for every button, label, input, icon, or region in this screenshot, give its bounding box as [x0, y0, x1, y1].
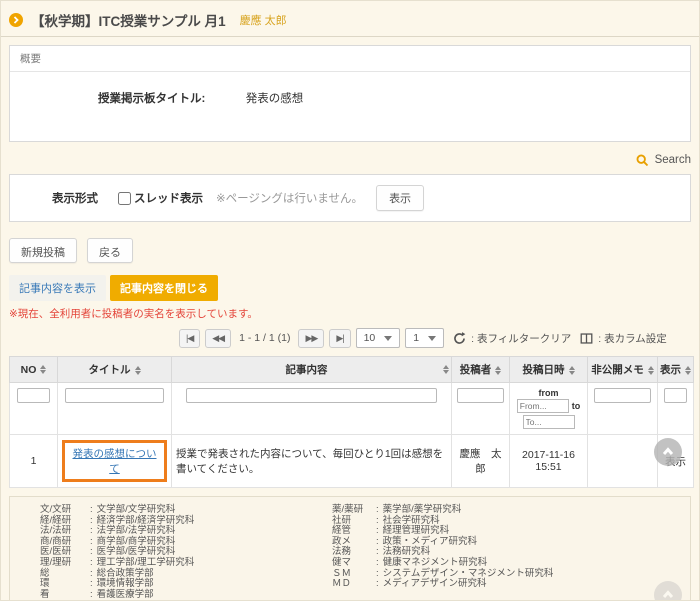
legend-line: 総:総合政策学部 — [40, 569, 332, 580]
col-header-date[interactable]: 投稿日時 — [510, 357, 588, 383]
page-number-value: 1 — [413, 332, 419, 344]
row-no: 1 — [10, 435, 58, 488]
paging-note: ※ページングは行いません。 — [216, 190, 363, 206]
board-title-value: 発表の感想 — [246, 93, 304, 105]
overview-body: 授業掲示板タイトル: 発表の感想 — [10, 72, 690, 141]
sort-icon[interactable] — [685, 366, 691, 375]
sort-icon[interactable] — [135, 366, 141, 375]
chevron-up-icon — [660, 444, 676, 460]
article-tabs: 記事内容を表示 記事内容を閉じる — [9, 275, 691, 301]
page-title: 【秋学期】ITC授業サンプル 月1 — [31, 10, 226, 30]
row-memo — [588, 435, 658, 488]
chevron-up-icon — [660, 587, 676, 601]
filter-author-input[interactable] — [457, 388, 504, 403]
last-page-button[interactable]: ▶| — [329, 329, 350, 348]
date-to-label: to — [572, 401, 581, 411]
search-icon[interactable] — [636, 154, 649, 167]
table-filter-row: from to — [10, 383, 694, 435]
new-post-button[interactable]: 新規投稿 — [9, 238, 77, 263]
thread-view-checkbox[interactable] — [118, 192, 131, 205]
filter-no-input[interactable] — [17, 388, 50, 403]
legend-line: 法/法研:法学部/法学研究科 — [40, 526, 332, 537]
col-header-content[interactable]: 記事内容 — [172, 357, 452, 383]
search-row: Search — [9, 152, 691, 168]
legend-line: 看:看護医療学部 — [40, 590, 332, 601]
page-header: 【秋学期】ITC授業サンプル 月1 慶應 太郎 — [9, 1, 691, 30]
table-row: 1 発表の感想について 授業で発表された内容について、毎回ひとり1回は感想を書い… — [10, 435, 694, 488]
page-size-select[interactable]: 10 — [356, 328, 401, 348]
search-link[interactable]: Search — [655, 154, 691, 166]
filter-clear-icon[interactable] — [453, 332, 466, 345]
first-page-button[interactable]: |◀ — [179, 329, 200, 348]
page-size-value: 10 — [364, 332, 376, 344]
filter-clear-link[interactable]: : 表フィルタークリア — [471, 331, 571, 346]
overview-box-label: 概要 — [10, 46, 690, 72]
row-content: 授業で発表された内容について、毎回ひとり1回は感想を書いてください。 — [172, 435, 452, 488]
faculty-legend: 文/文研:文学部/文学研究科 経/経研:経済学部/経済学研究科 法/法研:法学部… — [9, 496, 691, 601]
legend-line: 薬/薬研:薬学部/薬学研究科 — [332, 505, 553, 516]
page-number-select[interactable]: 1 — [405, 328, 444, 348]
scroll-to-top-button-bottom[interactable] — [654, 581, 682, 601]
real-name-notice: ※現在、全利用者に投稿者の実名を表示しています。 — [9, 306, 691, 321]
chevron-right-bullet-icon — [9, 13, 23, 27]
back-button[interactable]: 戻る — [87, 238, 133, 263]
table-header-row: NO タイトル 記事内容 投稿者 投稿日時 非公開メモ 表示 — [10, 357, 694, 383]
table-columns-icon[interactable] — [580, 332, 593, 345]
page-range-text: 1 - 1 / 1 (1) — [239, 332, 290, 344]
tab-close-article-content[interactable]: 記事内容を閉じる — [110, 275, 218, 301]
filter-date-from-input[interactable] — [517, 399, 569, 413]
chevron-down-icon — [384, 336, 392, 341]
col-header-author[interactable]: 投稿者 — [452, 357, 510, 383]
highlight-annotation-box: 発表の感想について — [62, 440, 167, 482]
board-title-label: 授業掲示板タイトル: — [98, 93, 205, 105]
legend-line: 環:環境情報学部 — [40, 579, 332, 590]
filter-display-input[interactable] — [664, 388, 687, 403]
display-format-label: 表示形式 — [52, 190, 118, 206]
scroll-to-top-button[interactable] — [654, 438, 682, 466]
sort-icon[interactable] — [648, 366, 654, 375]
sort-icon[interactable] — [40, 365, 46, 374]
column-settings-link[interactable]: : 表カラム設定 — [598, 331, 667, 346]
row-author: 慶應 太郎 — [452, 435, 510, 488]
col-header-display[interactable]: 表示 — [658, 357, 694, 383]
overview-box: 概要 授業掲示板タイトル: 発表の感想 — [9, 45, 691, 142]
legend-line: 経/経研:経済学部/経済学研究科 — [40, 516, 332, 527]
tab-show-article-content[interactable]: 記事内容を表示 — [9, 275, 106, 301]
sort-icon[interactable] — [495, 366, 501, 375]
top-actions: 新規投稿 戻る — [9, 238, 691, 263]
article-title-link[interactable]: 発表の感想について — [73, 448, 157, 475]
header-divider — [1, 36, 699, 37]
row-title-cell: 発表の感想について — [58, 435, 172, 488]
col-header-memo[interactable]: 非公開メモ — [588, 357, 658, 383]
sort-icon[interactable] — [569, 366, 575, 375]
legend-right-column: 薬/薬研:薬学部/薬学研究科 社研:社会学研究科 経管:経理管理研究科 政メ:政… — [332, 505, 553, 600]
legend-line: 商/商研:商学部/商学研究科 — [40, 537, 332, 548]
filter-date-cell: from to — [510, 383, 588, 435]
row-date: 2017-11-16 15:51 — [510, 435, 588, 488]
pagination-bar: |◀ ◀◀ 1 - 1 / 1 (1) ▶▶ ▶| 10 1 : 表フィルターク… — [179, 328, 691, 348]
filter-date-to-input[interactable] — [523, 415, 575, 429]
filter-memo-input[interactable] — [594, 388, 652, 403]
col-header-no[interactable]: NO — [10, 357, 58, 383]
display-format-box: 表示形式 スレッド表示 ※ページングは行いません。 表示 — [9, 174, 691, 222]
filter-title-input[interactable] — [65, 388, 163, 403]
article-table: NO タイトル 記事内容 投稿者 投稿日時 非公開メモ 表示 from to — [9, 356, 691, 488]
legend-line: ＭＤ:メディアデザイン研究科 — [332, 579, 553, 590]
legend-line: 理/理研:理工学部/理工学研究科 — [40, 558, 332, 569]
thread-view-label: スレッド表示 — [134, 190, 203, 206]
page: 【秋学期】ITC授業サンプル 月1 慶應 太郎 概要 授業掲示板タイトル: 発表… — [0, 0, 700, 601]
chevron-down-icon — [428, 336, 436, 341]
user-name-link[interactable]: 慶應 太郎 — [240, 12, 287, 28]
legend-line: 政メ:政策・メディア研究科 — [332, 537, 553, 548]
next-page-button[interactable]: ▶▶ — [298, 329, 324, 348]
legend-left-column: 文/文研:文学部/文学研究科 経/経研:経済学部/経済学研究科 法/法研:法学部… — [40, 505, 332, 600]
display-button[interactable]: 表示 — [376, 185, 424, 211]
prev-page-button[interactable]: ◀◀ — [205, 329, 231, 348]
col-header-title[interactable]: タイトル — [58, 357, 172, 383]
date-from-label: from — [513, 388, 584, 398]
filter-content-input[interactable] — [186, 388, 437, 403]
sort-icon[interactable] — [443, 365, 449, 374]
